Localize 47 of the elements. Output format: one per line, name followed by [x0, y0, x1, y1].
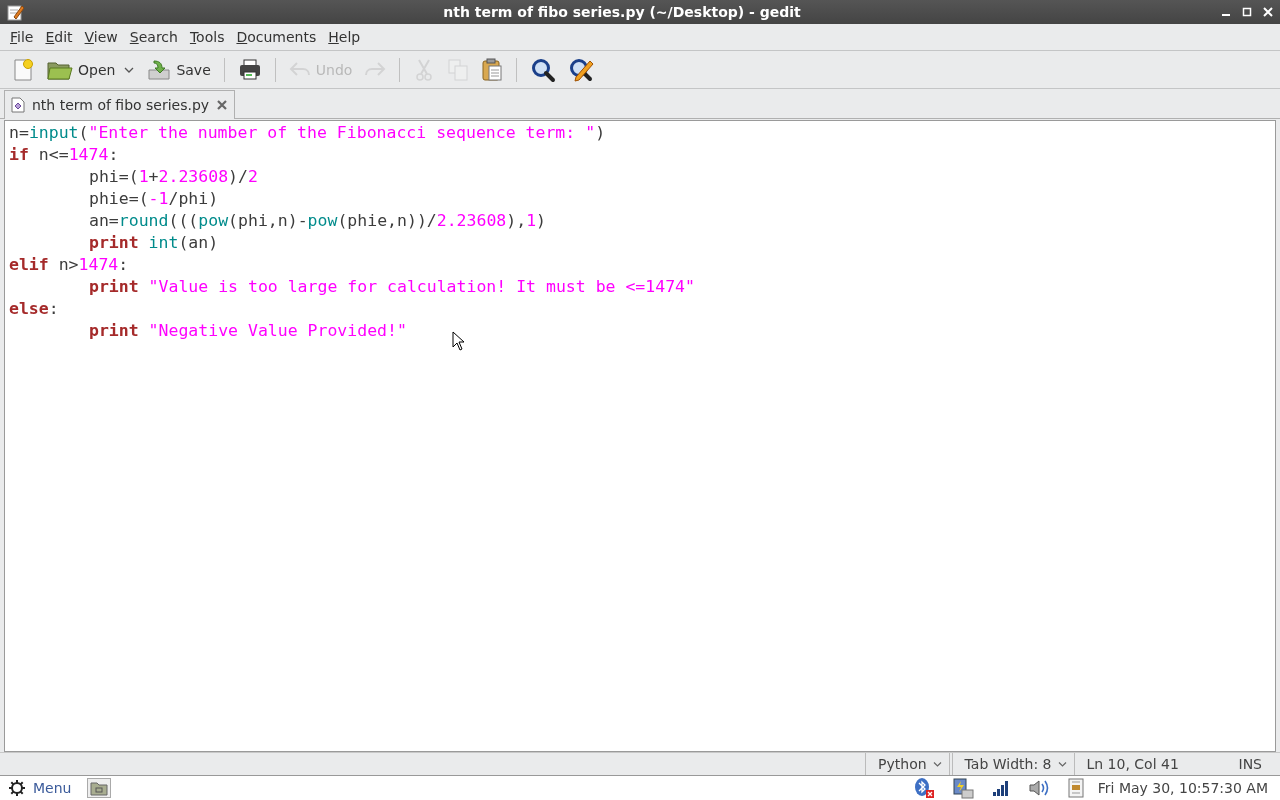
- code-line: phi=(1+2.23608)/2: [88, 166, 258, 188]
- open-button[interactable]: Open: [42, 53, 121, 86]
- drive-icon: [147, 57, 172, 82]
- cursor-position: Ln 10, Col 41: [1085, 755, 1180, 774]
- menu-item[interactable]: Edit: [39, 27, 79, 47]
- insert-mode: INS: [1237, 755, 1263, 774]
- code-line: print "Value is too large for calculation! It must be <=1474": [88, 276, 695, 298]
- document-tab[interactable]: nth term of fibo series.py: [4, 90, 236, 119]
- signal-bars-icon[interactable]: [991, 779, 1010, 797]
- clock[interactable]: Fri May 30, 10:57:30 AM: [1097, 780, 1268, 796]
- printer-icon: [237, 57, 262, 82]
- menu-item[interactable]: Help: [322, 27, 367, 47]
- code-line: phie=(-1/phi): [88, 188, 219, 210]
- menu-item[interactable]: File: [4, 27, 40, 47]
- menu-item[interactable]: Tools: [183, 27, 231, 47]
- bluetooth-icon[interactable]: [913, 777, 934, 799]
- menu-item[interactable]: Search: [123, 27, 184, 47]
- save-button[interactable]: Save: [142, 53, 216, 86]
- power-plug-icon[interactable]: [951, 777, 974, 799]
- code-line: n=input("Enter the number of the Fibonacci sequence term: "): [8, 122, 606, 144]
- code-line: print "Negative Value Provided!": [88, 320, 407, 342]
- menu-item[interactable]: Documents: [230, 27, 323, 47]
- taskbar-app-button[interactable]: [87, 778, 112, 798]
- code-line: an=round(((pow(phi,n)-pow(phie,n))/2.23608),1): [88, 210, 547, 232]
- code-line: else:: [8, 298, 59, 320]
- menu-item[interactable]: View: [78, 27, 124, 47]
- folder-icon: [90, 780, 109, 796]
- close-icon[interactable]: [216, 99, 229, 111]
- window-title: nth term of fibo series.py (~/Desktop) - gedit: [442, 4, 802, 20]
- document-icon[interactable]: [1067, 778, 1084, 798]
- notepad-icon: [6, 3, 24, 21]
- menu-button[interactable]: Menu: [6, 779, 74, 797]
- file-icon: [11, 97, 25, 113]
- new-document-icon: [11, 57, 35, 82]
- gear-icon: [8, 779, 26, 797]
- clipboard-icon: [481, 57, 504, 82]
- caret-down-icon: [932, 760, 942, 768]
- caret-down-icon: [1057, 760, 1067, 768]
- speaker-icon[interactable]: [1027, 778, 1050, 798]
- search-icon: [530, 56, 557, 83]
- maximize-icon[interactable]: [1241, 6, 1253, 18]
- search-pencil-icon: [568, 56, 595, 83]
- caret-down-icon: [124, 65, 135, 74]
- code-line: print int(an): [88, 232, 219, 254]
- code-line: if n<=1474:: [8, 144, 119, 166]
- mouse-pointer-icon: [452, 331, 466, 351]
- code-line: elif n>1474:: [8, 254, 129, 276]
